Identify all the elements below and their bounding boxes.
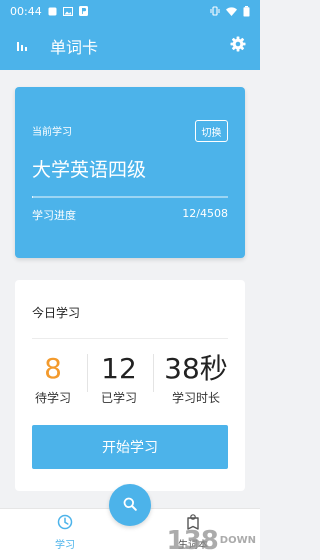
status-bar-right <box>210 5 250 17</box>
settings-button[interactable] <box>216 22 260 70</box>
nav-label-study: 学习 <box>55 540 75 551</box>
vibrate-icon <box>210 6 220 16</box>
search-icon <box>123 496 137 515</box>
start-study-button[interactable]: 开始学习 <box>32 425 228 469</box>
study-progress-fill <box>32 196 33 198</box>
current-study-label: 当前学习 <box>32 127 72 138</box>
statistics-button[interactable] <box>0 22 44 70</box>
site-watermark: 138 DOWN <box>167 528 256 554</box>
switch-course-button[interactable]: 切换 <box>195 120 228 142</box>
search-button[interactable] <box>109 484 151 526</box>
stat-learned-value: 12 <box>101 352 137 385</box>
gear-icon <box>230 36 246 56</box>
stat-duration: 38秒 学习时长 <box>161 352 231 406</box>
course-name: 大学英语四级 <box>32 159 147 181</box>
battery-icon <box>243 5 250 17</box>
status-bar-left: 00:44 <box>10 5 88 18</box>
page-title: 单词卡 <box>50 38 99 57</box>
stat-duration-value: 38秒 <box>164 352 228 385</box>
stat-pending-value: 8 <box>44 352 62 385</box>
study-progress-count: 12/4508 <box>182 207 228 220</box>
wifi-icon <box>226 6 237 16</box>
study-progress-bar <box>32 196 228 198</box>
today-study-title: 今日学习 <box>32 306 81 320</box>
p-app-icon <box>78 6 88 16</box>
stat-pending: 8 待学习 <box>21 352 85 406</box>
divider <box>153 354 154 392</box>
stat-pending-label: 待学习 <box>34 391 71 405</box>
stat-duration-label: 学习时长 <box>171 391 220 405</box>
notification-square-icon <box>48 7 57 16</box>
status-bar: 00:44 <box>0 0 260 22</box>
status-time: 00:44 <box>10 4 42 18</box>
app-bar: 单词卡 <box>0 22 260 70</box>
image-icon <box>62 6 73 16</box>
watermark-number: 138 <box>166 526 219 556</box>
divider <box>32 338 228 339</box>
today-study-card: 今日学习 8 待学习 12 已学习 38秒 学习时长 开始学习 <box>15 280 245 491</box>
clock-icon <box>57 514 73 533</box>
nav-item-study[interactable]: 学习 <box>30 514 100 551</box>
watermark-text: DOWN <box>219 535 256 546</box>
stat-learned: 12 已学习 <box>87 352 151 406</box>
stat-learned-label: 已学习 <box>100 391 137 405</box>
current-course-card: 当前学习 切换 大学英语四级 学习进度 12/4508 <box>15 87 245 258</box>
bar-chart-icon <box>16 37 28 56</box>
study-progress-label: 学习进度 <box>32 209 76 222</box>
